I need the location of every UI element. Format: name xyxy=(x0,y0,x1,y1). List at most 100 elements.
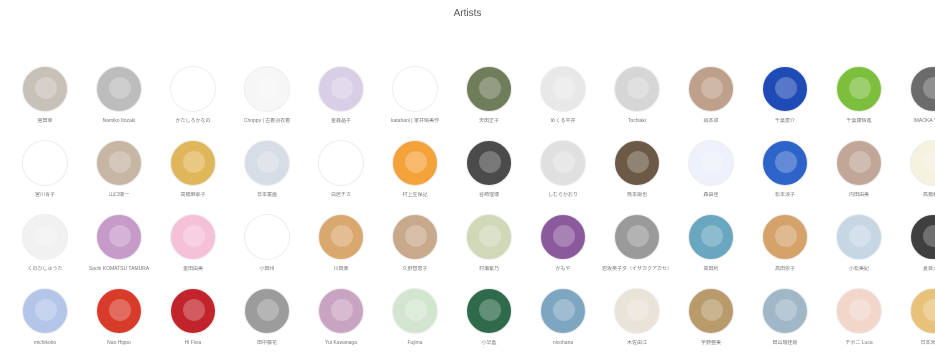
artist-name[interactable]: 宮田幸 xyxy=(37,118,52,124)
avatar[interactable] xyxy=(688,66,734,112)
avatar[interactable] xyxy=(244,66,290,112)
artist-name[interactable]: Tochiaki xyxy=(628,118,646,124)
artist-name[interactable]: Namiko Itozaki xyxy=(103,118,136,124)
artist-card[interactable]: Choppy | 古着羽衣着 xyxy=(230,66,304,138)
artist-card[interactable]: 夏目大宗 xyxy=(896,214,935,286)
artist-card[interactable]: Sachi KOMATSU TAMURA xyxy=(82,214,156,286)
avatar[interactable] xyxy=(170,214,216,260)
avatar[interactable] xyxy=(762,214,808,260)
avatar[interactable] xyxy=(22,288,68,334)
artist-name[interactable]: 夏目大宗 xyxy=(923,266,935,272)
avatar[interactable] xyxy=(318,214,364,260)
avatar[interactable] xyxy=(836,288,882,334)
avatar[interactable] xyxy=(910,140,935,186)
artist-name[interactable]: かたしろかなの xyxy=(175,118,210,124)
avatar[interactable] xyxy=(466,140,512,186)
artist-card[interactable]: 村上生保記 xyxy=(378,140,452,212)
artist-card[interactable]: 金森晶子 xyxy=(304,66,378,138)
artist-name[interactable]: 天田正子 xyxy=(479,118,499,124)
artist-name[interactable]: 宮川青子 xyxy=(35,192,55,198)
artist-card[interactable]: 高橋麻耶子 xyxy=(156,140,230,212)
avatar[interactable] xyxy=(540,214,586,260)
avatar[interactable] xyxy=(614,140,660,186)
artist-name[interactable]: 岡本卓 xyxy=(703,118,718,124)
artist-card[interactable]: 谷崎理博 xyxy=(452,140,526,212)
artist-card[interactable]: 小早藍 xyxy=(452,288,526,360)
avatar[interactable] xyxy=(244,214,290,260)
avatar[interactable] xyxy=(910,66,935,112)
avatar[interactable] xyxy=(540,288,586,334)
avatar[interactable] xyxy=(392,288,438,334)
artist-name[interactable]: 小早藍 xyxy=(481,340,496,346)
artist-card[interactable]: 熊本陽也 xyxy=(600,140,674,212)
avatar[interactable] xyxy=(244,140,290,186)
artist-name[interactable]: くのひしゅうた xyxy=(27,266,62,272)
artist-card[interactable]: 千葉恵介 xyxy=(748,66,822,138)
artist-name[interactable]: かもや xyxy=(555,266,570,272)
artist-card[interactable]: Tochiaki xyxy=(600,66,674,138)
artist-card[interactable]: Nao Hippo xyxy=(82,288,156,360)
artist-name[interactable]: 村瀬紫乃 xyxy=(479,266,499,272)
artist-name[interactable]: 千葉恵介 xyxy=(775,118,795,124)
artist-name[interactable]: Yui Kawanaga xyxy=(325,340,357,346)
artist-name[interactable]: 内田由美 xyxy=(849,192,869,198)
artist-card[interactable]: チボニ Luca xyxy=(822,288,896,360)
artist-name[interactable]: 金田由美 xyxy=(183,266,203,272)
artist-name[interactable]: 日本米卓翔 xyxy=(920,340,935,346)
artist-card[interactable]: 川田楽 xyxy=(304,214,378,286)
artist-card[interactable]: 小田州 xyxy=(230,214,304,286)
artist-card[interactable]: 日本米卓翔 xyxy=(896,288,935,360)
artist-card[interactable]: 高橋和彦 xyxy=(896,140,935,212)
artist-name[interactable]: 谷崎理博 xyxy=(479,192,499,198)
artist-card[interactable]: Fujima xyxy=(378,288,452,360)
artist-name[interactable]: チボニ Luca xyxy=(845,340,872,346)
artist-card[interactable]: 木佐由江 xyxy=(600,288,674,360)
artist-name[interactable]: 千葉康晴進 xyxy=(846,118,871,124)
artist-name[interactable]: めくる平井 xyxy=(551,118,576,124)
avatar[interactable] xyxy=(96,288,142,334)
artist-name[interactable]: 高田利 xyxy=(703,266,718,272)
artist-name[interactable]: 木佐由江 xyxy=(627,340,647,346)
artist-card[interactable]: 宮川青子 xyxy=(8,140,82,212)
avatar[interactable] xyxy=(96,140,142,186)
avatar[interactable] xyxy=(910,288,935,334)
artist-name[interactable]: IMAOKA YUKIKO xyxy=(913,118,935,124)
artist-card[interactable]: 千葉康晴進 xyxy=(822,66,896,138)
artist-name[interactable]: 松本涼子 xyxy=(775,192,795,198)
avatar[interactable] xyxy=(392,140,438,186)
avatar[interactable] xyxy=(762,140,808,186)
artist-card[interactable]: 山口瑞一 xyxy=(82,140,156,212)
avatar[interactable] xyxy=(96,66,142,112)
avatar[interactable] xyxy=(540,66,586,112)
artist-card[interactable]: かもや xyxy=(526,214,600,286)
avatar[interactable] xyxy=(170,140,216,186)
avatar[interactable] xyxy=(392,66,438,112)
artist-card[interactable]: 高田利 xyxy=(674,214,748,286)
artist-name[interactable]: 高橋和彦 xyxy=(923,192,935,198)
avatar[interactable] xyxy=(614,66,660,112)
artist-name[interactable]: 小松美紀 xyxy=(849,266,869,272)
avatar[interactable] xyxy=(392,214,438,260)
avatar[interactable] xyxy=(762,66,808,112)
artist-card[interactable]: 宮田幸 xyxy=(8,66,82,138)
artist-card[interactable]: 高田崇子 xyxy=(748,214,822,286)
artist-card[interactable]: Hi Fivia xyxy=(156,288,230,360)
artist-name[interactable]: Fujima xyxy=(407,340,422,346)
artist-card[interactable]: 内田由美 xyxy=(822,140,896,212)
avatar[interactable] xyxy=(244,288,290,334)
avatar[interactable] xyxy=(762,288,808,334)
artist-name[interactable]: Hi Fivia xyxy=(185,340,202,346)
artist-card[interactable]: めくる平井 xyxy=(526,66,600,138)
artist-name[interactable]: 久野智恵子 xyxy=(402,266,427,272)
artist-name[interactable]: 高田崇子 xyxy=(775,266,795,272)
artist-name[interactable]: 山口瑞一 xyxy=(109,192,129,198)
avatar[interactable] xyxy=(836,140,882,186)
avatar[interactable] xyxy=(688,214,734,260)
artist-card[interactable]: 田中藤花 xyxy=(230,288,304,360)
avatar[interactable] xyxy=(96,214,142,260)
artist-card[interactable]: IMAOKA YUKIKO xyxy=(896,66,935,138)
artist-name[interactable]: Sachi KOMATSU TAMURA xyxy=(89,266,149,272)
artist-card[interactable]: 村瀬紫乃 xyxy=(452,214,526,286)
artist-card[interactable]: かたしろかなの xyxy=(156,66,230,138)
artist-card[interactable]: 日本童画 xyxy=(230,140,304,212)
